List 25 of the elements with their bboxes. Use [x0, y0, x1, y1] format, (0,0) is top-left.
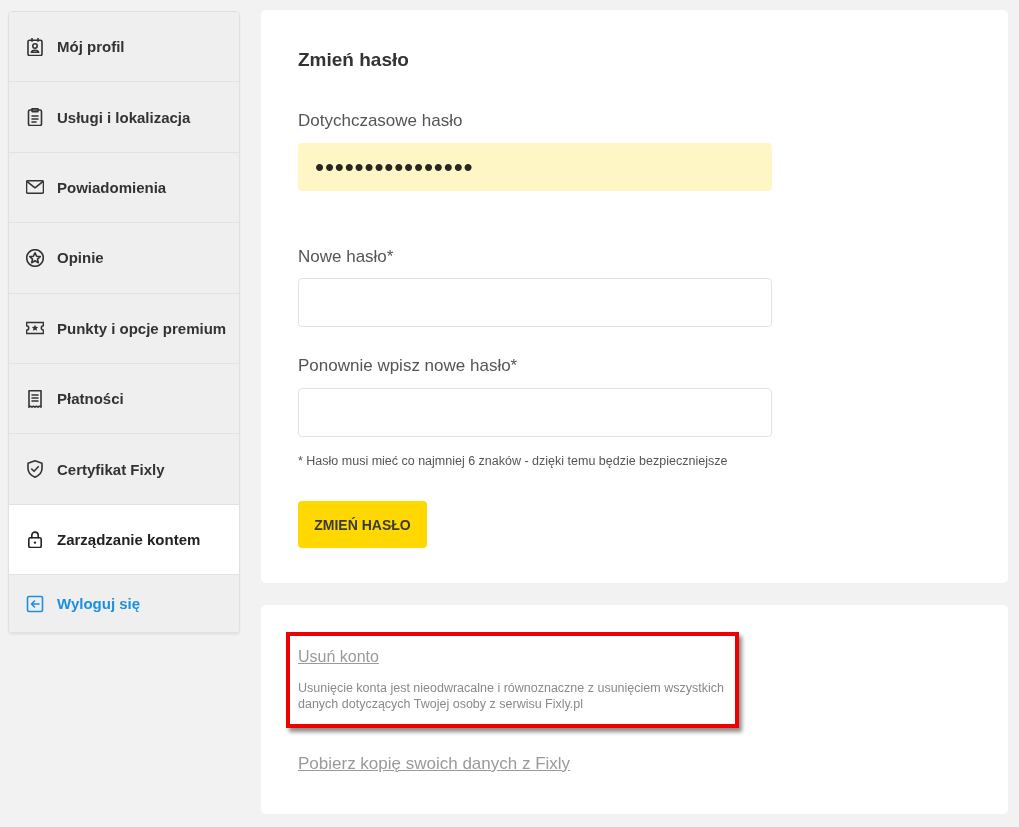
password-field[interactable]: ••••••••••••••••	[298, 143, 772, 191]
field-label: Dotychczasowe hasło	[298, 110, 463, 132]
sidebar-item[interactable]: Certyfikat Fixly	[9, 434, 239, 505]
section-title: Zmień hasło	[298, 48, 409, 72]
sidebar-item[interactable]: Zarządzanie kontem	[9, 504, 239, 576]
sidebar-item[interactable]: Mój profil	[9, 12, 239, 83]
change-password-button[interactable]: ZMIEŃ HASŁO	[298, 501, 427, 548]
sidebar-item[interactable]: Płatności	[9, 363, 239, 435]
padlock-icon	[26, 530, 44, 549]
sidebar-item[interactable]: Powiadomienia	[9, 152, 239, 224]
id-badge-icon	[26, 37, 44, 56]
password-field[interactable]	[298, 278, 772, 327]
receipt-icon	[26, 389, 44, 408]
shield-check-icon	[26, 460, 44, 479]
field-label: Nowe hasło*	[298, 246, 394, 268]
password-field[interactable]	[298, 388, 772, 437]
warning-text: Usunięcie konta jest nieodwracalne i równoznaczne z usunięciem wszystkich danych dotyczących Twojej osoby z serwisu Fixly.pl	[298, 680, 725, 712]
clipboard-icon	[26, 108, 44, 127]
envelope-icon	[26, 178, 44, 197]
sidebar-item[interactable]: Opinie	[9, 223, 239, 294]
sidebar-item[interactable]: Punkty i opcje premium	[9, 293, 239, 364]
star-circle-icon	[26, 248, 44, 267]
hint-text: * Hasło musi mieć co najmniej 6 znaków - dzięki temu będzie bezpieczniejsze	[298, 453, 728, 469]
sidebar-item[interactable]: Usługi i lokalizacja	[9, 82, 239, 153]
field-label: Ponownie wpisz nowe hasło*	[298, 355, 518, 377]
